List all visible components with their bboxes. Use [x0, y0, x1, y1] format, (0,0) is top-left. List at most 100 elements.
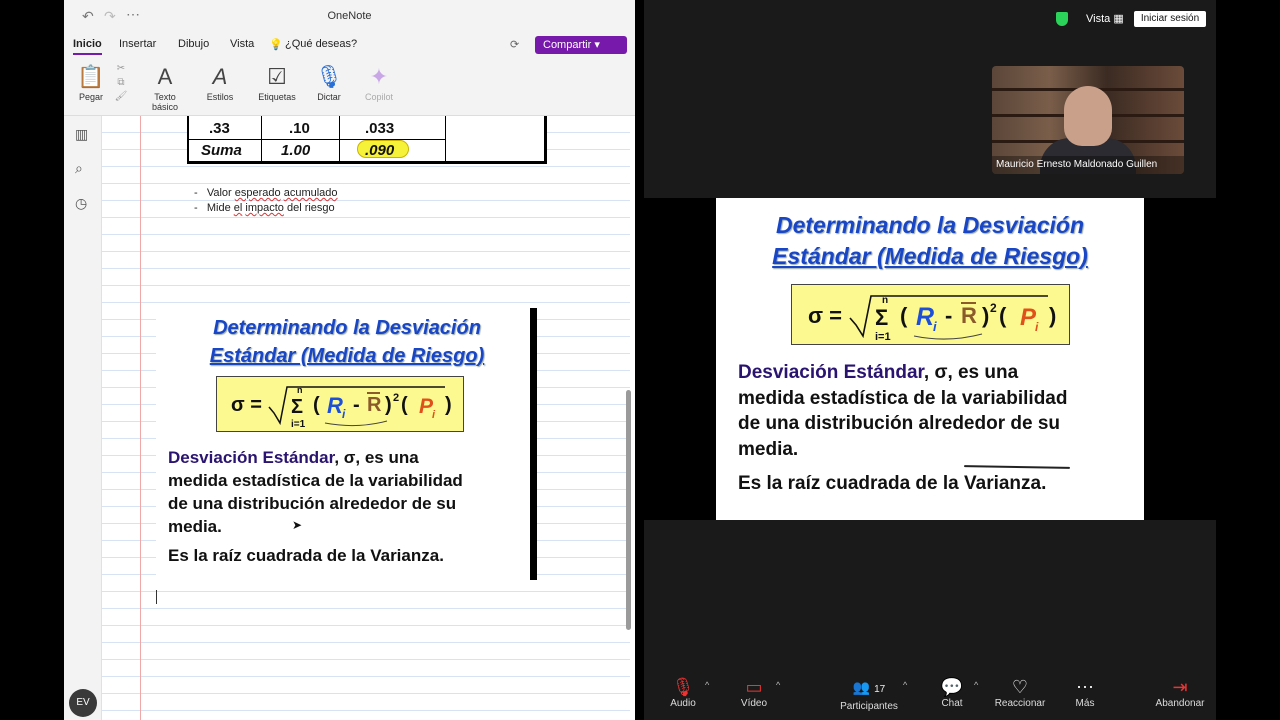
lightbulb-icon: 💡	[269, 39, 283, 51]
list-item[interactable]: - Mide el impacto del riesgo	[194, 202, 335, 214]
svg-text:): )	[385, 394, 392, 416]
leave-button[interactable]: ⇥ Abandonar	[1152, 676, 1208, 709]
tab-insertar[interactable]: Insertar	[119, 38, 156, 50]
svg-text:R: R	[961, 303, 977, 328]
chat-options-chevron-icon[interactable]: ^	[974, 680, 978, 690]
formula-svg: σ = n Σ i=1 ( R i - R ) 2 ( P i )	[808, 295, 1056, 343]
zoom-window: Vista ▦ Iniciar sesión Mauricio Ernesto …	[644, 0, 1216, 720]
svg-text:R: R	[327, 393, 343, 418]
search-icon[interactable]: ⌕	[75, 160, 83, 177]
copilot-icon: ✦	[369, 64, 389, 89]
tags-button[interactable]: ☑ Etiquetas	[256, 62, 298, 102]
title-bar: ↶ ↷ ⋯ OneNote	[64, 0, 635, 34]
slide-border	[530, 308, 537, 580]
root-text: Es la raíz cuadrada de la Varianza.	[738, 473, 1047, 494]
view-button[interactable]: Vista ▦	[1086, 12, 1124, 25]
share-label: Compartir	[543, 39, 592, 51]
microphone-muted-icon: 🎙	[671, 677, 695, 697]
svg-text:(: (	[900, 303, 908, 328]
text-cursor	[156, 590, 157, 604]
styles-icon: A	[212, 64, 228, 89]
svg-text:Σ: Σ	[875, 305, 888, 330]
video-options-chevron-icon[interactable]: ^	[776, 680, 780, 690]
note-page[interactable]: .33 .10 .033 Suma 1.00 .090 - Valor espe…	[102, 116, 630, 720]
svg-text:σ =: σ =	[808, 303, 842, 328]
participants-icon: 👥 17	[852, 679, 886, 695]
left-nav: ▥ ⌕ ◷	[64, 116, 102, 720]
chat-icon: 💬	[940, 677, 964, 697]
recent-clock-icon[interactable]: ◷	[75, 195, 87, 212]
svg-text:R: R	[367, 394, 382, 416]
svg-text:n: n	[297, 385, 303, 395]
tab-inicio[interactable]: Inicio	[73, 38, 102, 55]
search-tell-me[interactable]: ¿Qué deseas?	[285, 38, 357, 50]
microphone-icon: 🎙	[315, 64, 343, 89]
video-off-icon: ▭	[745, 677, 763, 697]
table-cell-highlighted: .090	[365, 142, 395, 159]
svg-text:2: 2	[990, 301, 997, 315]
basic-text-button[interactable]: A Texto básico	[148, 62, 182, 112]
copilot-button[interactable]: ✦ Copilot	[362, 62, 396, 102]
tab-vista[interactable]: Vista	[230, 38, 254, 50]
table-cell: 1.00	[281, 142, 311, 159]
svg-text:-: -	[353, 394, 360, 416]
audio-options-chevron-icon[interactable]: ^	[705, 680, 709, 690]
ribbon: 📋 Pegar ✂ ⧉ 🖌 A Texto básico A Estilos ☑…	[64, 58, 635, 116]
onenote-window: ↶ ↷ ⋯ OneNote Inicio Insertar Dibujo Vis…	[64, 0, 635, 720]
participants-options-chevron-icon[interactable]: ^	[903, 680, 907, 690]
table-cell: Suma	[201, 142, 242, 159]
dictate-button[interactable]: 🎙 Dictar	[314, 62, 344, 102]
svg-text:): )	[982, 303, 989, 328]
screen-share-area: Determinando la Desviación Estándar (Med…	[644, 198, 1216, 520]
share-button[interactable]: Compartir ▾	[535, 36, 627, 54]
avatar[interactable]: EV	[69, 689, 97, 717]
svg-text:-: -	[945, 303, 952, 328]
chat-button[interactable]: 💬 Chat	[934, 676, 970, 709]
svg-text:i: i	[933, 319, 937, 334]
std-dev-formula: σ = n Σ i=1 ( R i - R ) 2 ( P i )	[216, 376, 464, 432]
definition-text: Desviación Estándar, σ, es una medida es…	[168, 448, 463, 536]
paste-button[interactable]: 📋 Pegar	[76, 62, 106, 102]
copy-icon: ⧉	[117, 77, 125, 88]
table-cell: .33	[209, 120, 230, 137]
svg-text:i: i	[342, 407, 346, 421]
pen-underline-annotation	[963, 465, 1071, 469]
shared-slide: Determinando la Desviación Estándar (Med…	[716, 198, 1144, 520]
signin-button[interactable]: Iniciar sesión	[1134, 11, 1206, 27]
heart-icon: ♡	[1011, 677, 1029, 697]
font-a-icon: A	[157, 64, 173, 89]
notebooks-icon[interactable]: ▥	[75, 126, 88, 143]
tab-dibujo[interactable]: Dibujo	[178, 38, 209, 50]
participants-button[interactable]: 👥 17 Participantes	[836, 676, 902, 712]
list-item[interactable]: - Valor esperado acumulado	[194, 187, 338, 199]
cut-copy-icons[interactable]: ✂ ⧉ 🖌	[114, 62, 128, 104]
svg-text:Σ: Σ	[291, 396, 303, 418]
slide-title: Determinando la Desviación Estándar (Med…	[772, 212, 1088, 269]
shield-icon[interactable]	[1056, 12, 1068, 26]
sync-icon[interactable]: ⟳	[510, 38, 519, 51]
std-dev-formula: σ = n Σ i=1 ( R i - R ) 2 ( P i )	[791, 284, 1070, 345]
styles-button[interactable]: A Estilos	[202, 62, 238, 102]
slide-title: Determinando la Desviación Estándar (Med…	[209, 317, 485, 367]
participant-face	[1064, 86, 1112, 146]
definition-text: Desviación Estándar, σ, es una medida es…	[738, 362, 1068, 460]
svg-text:i=1: i=1	[291, 419, 306, 430]
format-painter-icon: 🖌	[114, 91, 128, 102]
mouse-pointer-icon: ➤	[292, 518, 303, 532]
participant-video[interactable]: Mauricio Ernesto Maldonado Guillen	[992, 66, 1184, 174]
pasted-slide-image[interactable]: Determinando la Desviación Estándar (Med…	[156, 308, 536, 580]
scrollbar[interactable]	[626, 390, 631, 630]
svg-text:σ =: σ =	[231, 394, 262, 416]
tag-checkbox-icon: ☑	[267, 64, 287, 89]
table-cell: .033	[365, 120, 395, 137]
more-icon: ⋯	[1076, 677, 1094, 697]
table-cell: .10	[289, 120, 310, 137]
more-button[interactable]: ⋯ Más	[1070, 676, 1100, 709]
video-button[interactable]: ▭ Vídeo	[734, 676, 774, 709]
formula-svg: σ = n Σ i=1 ( R i - R ) 2 ( P i )	[231, 385, 452, 430]
audio-button[interactable]: 🎙 Audio	[662, 676, 704, 709]
react-button[interactable]: ♡ Reaccionar	[992, 676, 1048, 709]
svg-text:(: (	[401, 394, 408, 416]
svg-text:i: i	[432, 409, 436, 421]
svg-text:(: (	[999, 303, 1007, 328]
